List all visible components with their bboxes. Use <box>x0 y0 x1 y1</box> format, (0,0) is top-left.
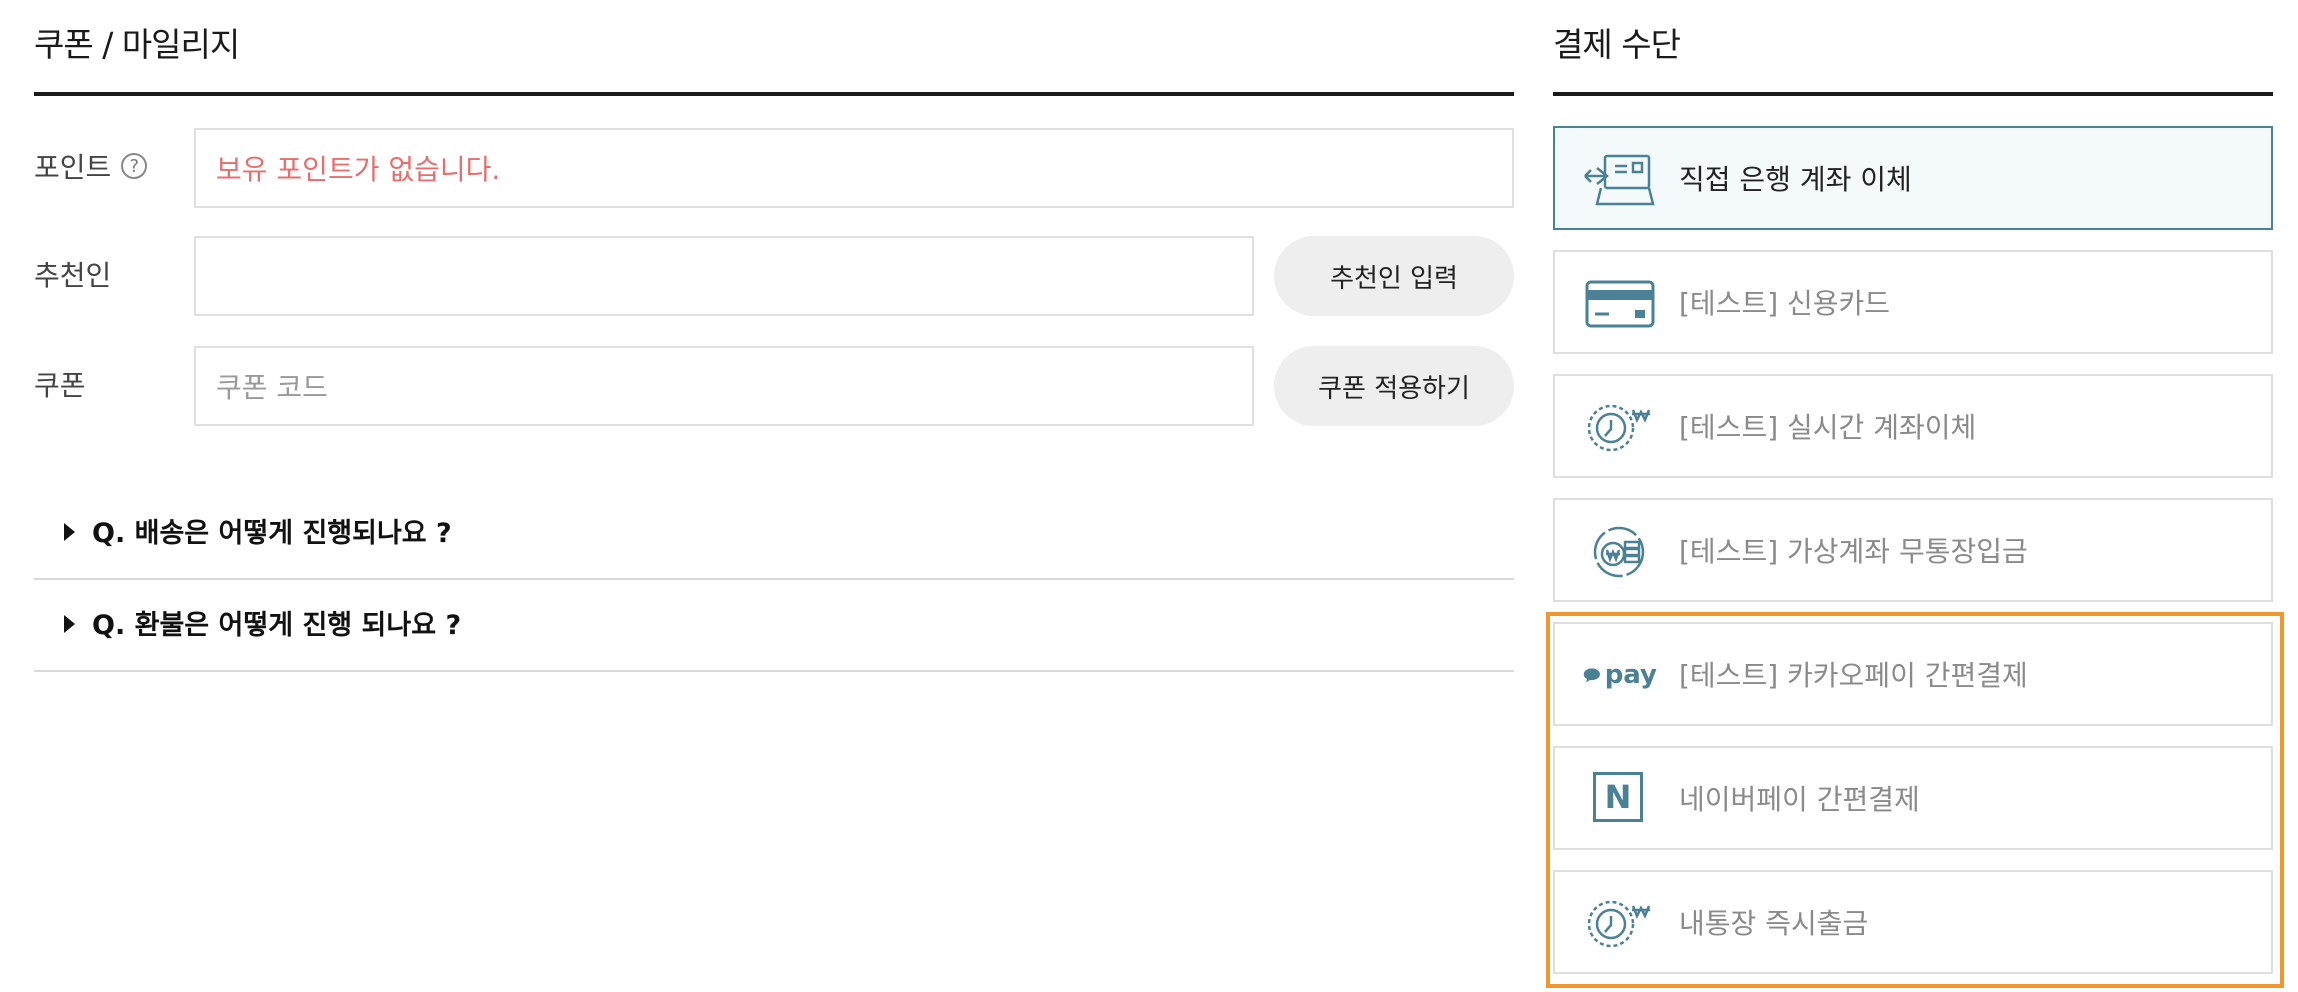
virtual-account-icon <box>1593 526 1645 578</box>
point-row: 포인트 ? 보유 포인트가 없습니다. <box>34 128 1514 208</box>
payment-option-naverpay[interactable]: N 네이버페이 간편결제 <box>1553 746 2273 850</box>
payment-option-virtual-account[interactable]: [테스트] 가상계좌 무통장입금 <box>1553 498 2273 602</box>
naverpay-icon: N <box>1583 770 1657 828</box>
payment-option-kakaopay[interactable]: pay [테스트] 카카오페이 간편결제 <box>1553 622 2273 726</box>
payment-option-instant-withdraw[interactable]: 내통장 즉시출금 <box>1553 870 2273 974</box>
recommender-row: 추천인 추천인 입력 <box>34 236 1514 316</box>
payment-option-label: [테스트] 실시간 계좌이체 <box>1679 411 1977 444</box>
faq-item-shipping[interactable]: Q. 배송은 어떻게 진행되나요 ? <box>34 486 1514 580</box>
point-note: 보유 포인트가 없습니다. <box>194 128 1514 208</box>
payment-section-title: 결제 수단 <box>1553 25 1681 64</box>
coupon-code-input[interactable]: 쿠폰 코드 <box>194 346 1254 426</box>
payment-option-label: 내통장 즉시출금 <box>1679 907 1869 940</box>
recommender-input[interactable] <box>194 236 1254 316</box>
payment-option-label: [테스트] 가상계좌 무통장입금 <box>1679 535 2028 568</box>
payment-option-bank-transfer[interactable]: 직접 은행 계좌 이체 <box>1553 126 2273 230</box>
recommender-submit-button[interactable]: 추천인 입력 <box>1274 236 1514 316</box>
instant-withdraw-icon <box>1587 900 1651 948</box>
payment-option-label: 직접 은행 계좌 이체 <box>1679 163 1912 196</box>
caret-right-icon <box>64 615 75 633</box>
coupon-apply-button[interactable]: 쿠폰 적용하기 <box>1274 346 1514 426</box>
bank-transfer-icon <box>1584 154 1655 206</box>
faq-question: Q. 환불은 어떻게 진행 되나요 ? <box>92 610 462 641</box>
coupon-section-title: 쿠폰 / 마일리지 <box>34 25 240 64</box>
realtime-transfer-icon <box>1587 404 1651 452</box>
faq-question: Q. 배송은 어떻게 진행되나요 ? <box>92 518 452 549</box>
recommender-label: 추천인 <box>34 259 112 292</box>
coupon-label: 쿠폰 <box>34 369 86 402</box>
payment-option-label: [테스트] 신용카드 <box>1679 287 1891 320</box>
coupon-row: 쿠폰 쿠폰 코드 쿠폰 적용하기 <box>34 346 1514 426</box>
coupon-title-divider <box>34 92 1514 96</box>
faq-item-refund[interactable]: Q. 환불은 어떻게 진행 되나요 ? <box>34 578 1514 672</box>
credit-card-icon <box>1585 280 1655 328</box>
payment-title-divider <box>1553 92 2273 96</box>
caret-right-icon <box>64 523 75 541</box>
payment-option-label: [테스트] 카카오페이 간편결제 <box>1679 659 2028 692</box>
point-label: 포인트 ? <box>34 146 148 186</box>
payment-option-realtime-transfer[interactable]: [테스트] 실시간 계좌이체 <box>1553 374 2273 478</box>
help-icon[interactable]: ? <box>121 153 148 179</box>
payment-option-credit-card[interactable]: [테스트] 신용카드 <box>1553 250 2273 354</box>
payment-option-label: 네이버페이 간편결제 <box>1679 783 1920 816</box>
kakaopay-icon: pay <box>1583 646 1657 704</box>
